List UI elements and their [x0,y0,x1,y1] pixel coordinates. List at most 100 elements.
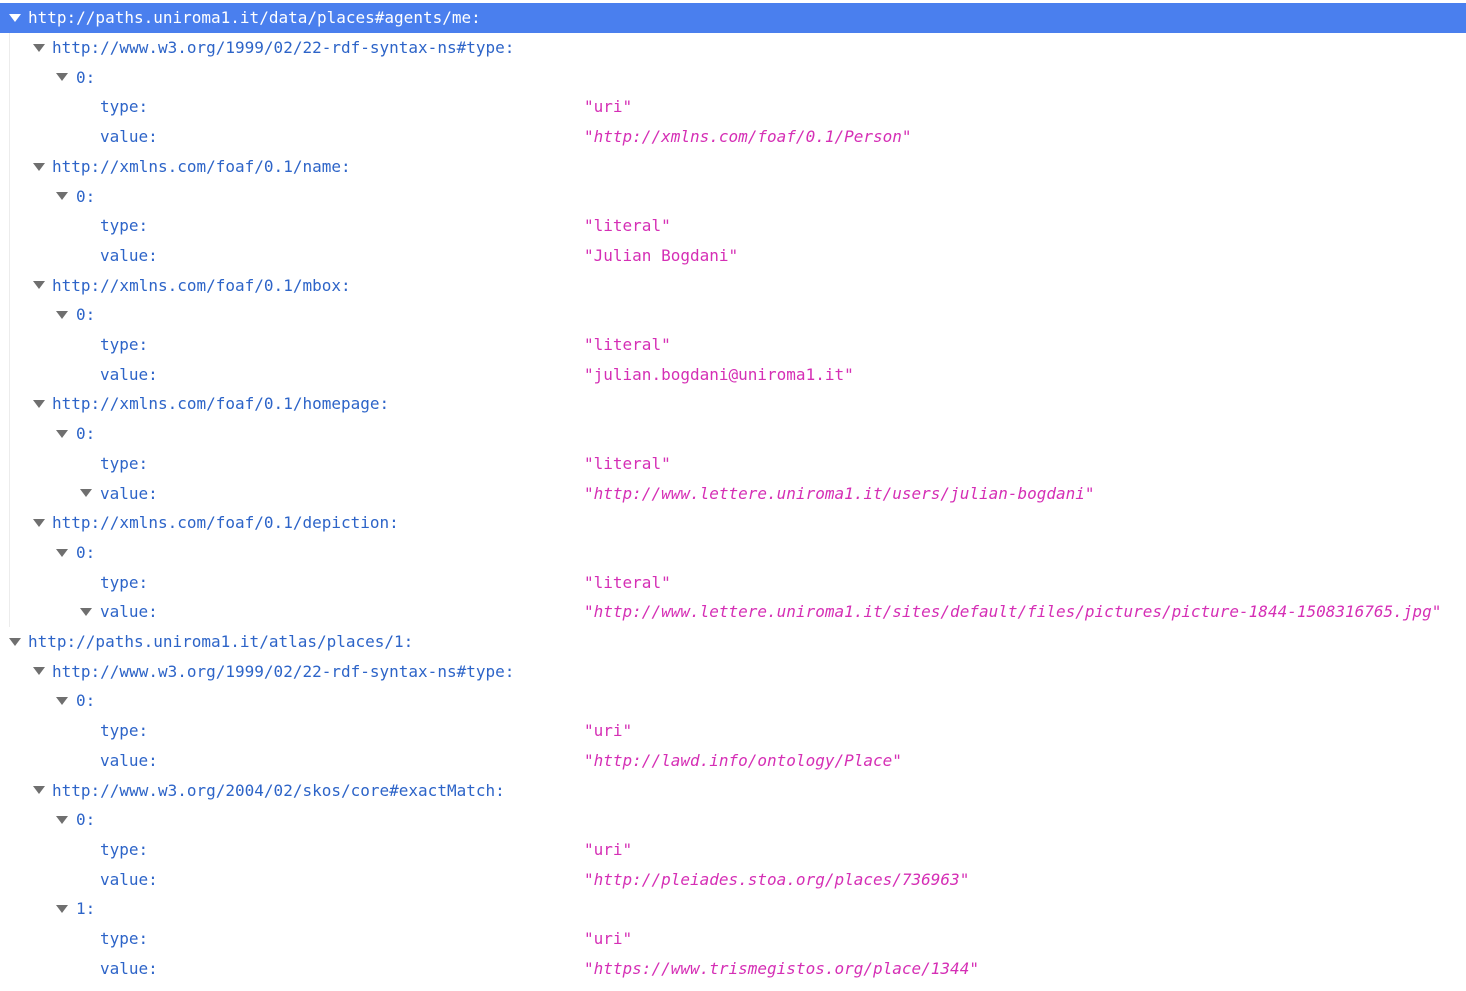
expand-toggle-icon[interactable] [56,548,68,557]
tree-row[interactable]: http://www.w3.org/1999/02/22-rdf-syntax-… [0,33,1466,63]
property-value-link[interactable]: "http://www.lettere.uniroma1.it/sites/de… [584,602,1441,621]
tree-row[interactable]: type: "uri" [0,716,1466,746]
expand-toggle-icon[interactable] [56,905,68,913]
expand-toggle-icon[interactable] [56,815,68,824]
property-key: type: [100,572,149,592]
property-value: "Julian Bogdani" [584,245,739,265]
tree-row[interactable]: type: "literal" [0,211,1466,241]
property-value: "uri" [584,839,633,859]
tree-row[interactable]: 0: [0,419,1466,449]
property-value: "julian.bogdani@uniroma1.it" [584,364,854,384]
expand-toggle-icon[interactable] [33,518,45,527]
property-value: "uri" [584,721,633,741]
property-value: "literal" [584,335,671,355]
property-value: "uri" [584,929,633,949]
tree-row[interactable]: value: "https://www.trismegistos.org/plac… [0,953,1466,983]
property-key: type: [100,929,149,949]
tree-row[interactable]: 0: [0,181,1466,211]
property-key: http://xmlns.com/foaf/0.1/homepage: [52,394,390,414]
expand-toggle-icon[interactable] [9,14,21,22]
property-value: "literal" [584,453,671,473]
tree-row[interactable]: type: "literal" [0,567,1466,597]
expand-toggle-icon[interactable] [33,281,45,290]
tree-row[interactable]: 0: [0,62,1466,92]
property-key: type: [100,216,149,236]
tree-row[interactable]: 1: [0,894,1466,924]
expand-toggle-icon[interactable] [33,162,45,171]
tree-row[interactable]: type: "literal" [0,449,1466,479]
property-key: value: [100,750,158,770]
indent-guide [9,32,10,627]
tree-row[interactable]: type: "literal" [0,330,1466,360]
property-key: type: [100,721,149,741]
tree-row[interactable]: value: "Julian Bogdani" [0,241,1466,271]
expand-toggle-icon[interactable] [33,400,45,409]
tree-row[interactable]: 0: [0,300,1466,330]
property-key: value: [100,127,158,147]
tree-row[interactable]: http://xmlns.com/foaf/0.1/name: [0,152,1466,182]
tree-row[interactable]: 0: [0,805,1466,835]
expand-toggle-icon[interactable] [80,608,92,616]
property-key: 0: [76,186,96,206]
tree-row[interactable]: type: "uri" [0,924,1466,954]
expand-toggle-icon[interactable] [33,43,45,52]
tree-row[interactable]: 0: [0,538,1466,568]
property-key: http://paths.uniroma1.it/atlas/places/1: [28,632,414,652]
property-key: 0: [76,67,96,87]
property-key: value: [100,958,158,978]
tree-row[interactable]: value: "http://pleiades.stoa.org/places/7… [0,864,1466,894]
tree-row[interactable]: http://xmlns.com/foaf/0.1/homepage: [0,389,1466,419]
tree-row[interactable]: http://xmlns.com/foaf/0.1/mbox: [0,270,1466,300]
property-key: http://xmlns.com/foaf/0.1/name: [52,156,351,176]
property-key: type: [100,839,149,859]
property-key: 1: [76,899,96,919]
property-key: 0: [76,542,96,562]
tree-row[interactable]: http://paths.uniroma1.it/atlas/places/1: [0,627,1466,657]
property-value-link[interactable]: "https://www.trismegistos.org/place/1344… [584,959,979,978]
property-key: type: [100,453,149,473]
property-key: value: [100,245,158,265]
property-key: http://xmlns.com/foaf/0.1/depiction: [52,513,399,533]
property-key: http://www.w3.org/1999/02/22-rdf-syntax-… [52,661,515,681]
property-value: "uri" [584,97,633,117]
expand-toggle-icon[interactable] [56,697,68,706]
property-value: "literal" [584,216,671,236]
expand-toggle-icon[interactable] [56,192,68,201]
property-key: 0: [76,305,96,325]
property-value-link[interactable]: "http://www.lettere.uniroma1.it/users/ju… [584,484,1095,503]
expand-toggle-icon[interactable] [9,637,21,646]
property-key: value: [100,483,158,503]
tree-row[interactable]: value: "http://xmlns.com/foaf/0.1/Person" [0,122,1466,152]
expand-toggle-icon[interactable] [80,489,92,498]
expand-toggle-icon[interactable] [33,667,45,676]
tree-row[interactable]: value: "http://lawd.info/ontology/Place" [0,746,1466,776]
tree-row[interactable]: http://xmlns.com/foaf/0.1/depiction: [0,508,1466,538]
expand-toggle-icon[interactable] [56,429,68,438]
property-key: value: [100,869,158,889]
tree-row[interactable]: value: "http://www.lettere.uniroma1.it/us… [0,478,1466,508]
expand-toggle-icon[interactable] [56,311,68,319]
property-key: 0: [76,424,96,444]
tree-row[interactable]: http://www.w3.org/2004/02/skos/core#exac… [0,775,1466,805]
tree-row[interactable]: http://www.w3.org/1999/02/22-rdf-syntax-… [0,656,1466,686]
property-key: 0: [76,810,96,830]
property-key: value: [100,364,158,384]
tree-row[interactable]: value: "julian.bogdani@uniroma1.it" [0,359,1466,389]
tree-row[interactable]: type: "uri" [0,92,1466,122]
property-key: value: [100,602,158,622]
property-key: http://www.w3.org/2004/02/skos/core#exac… [52,780,505,800]
property-value-link[interactable]: "http://pleiades.stoa.org/places/736963" [584,870,969,889]
property-value-link[interactable]: "http://xmlns.com/foaf/0.1/Person" [584,127,912,146]
tree-row[interactable]: 0: [0,686,1466,716]
tree-row-selected[interactable]: http://paths.uniroma1.it/data/places#age… [0,3,1466,33]
property-key: 0: [76,691,96,711]
expand-toggle-icon[interactable] [56,73,68,82]
expand-toggle-icon[interactable] [33,786,45,795]
property-key: type: [100,97,149,117]
tree-row[interactable]: value: "http://www.lettere.uniroma1.it/si… [0,597,1466,627]
property-key: http://xmlns.com/foaf/0.1/mbox: [52,275,351,295]
property-key: type: [100,335,149,355]
property-key: http://www.w3.org/1999/02/22-rdf-syntax-… [52,38,515,58]
property-value-link[interactable]: "http://lawd.info/ontology/Place" [584,751,902,770]
tree-row[interactable]: type: "uri" [0,835,1466,865]
